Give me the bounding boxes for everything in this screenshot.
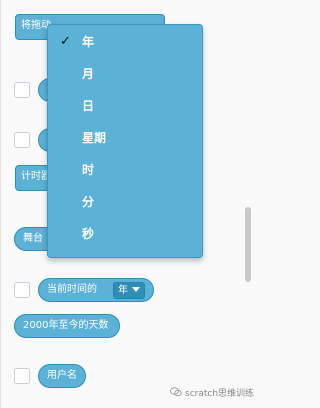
palette-scrollbar[interactable] [245, 207, 251, 282]
time-unit-menu: ✓ 年 月 日 星期 时 分 秒 [47, 24, 203, 258]
menu-item-label: 时 [82, 163, 95, 177]
username-checkbox[interactable] [14, 368, 30, 384]
time-unit-value: 年 [118, 285, 128, 296]
checkbox-row-1[interactable] [14, 82, 30, 98]
check-icon: ✓ [60, 34, 71, 49]
time-unit-dropdown[interactable]: 年 [113, 282, 145, 299]
checkbox-row-2[interactable] [14, 132, 30, 148]
menu-item-label: 日 [82, 99, 95, 113]
menu-item-minute[interactable]: 分 [48, 186, 202, 218]
blocks-palette: 将拖动 计时器 舞台 当前时间的 年 2000年至今的天数 用户名 ✓ 年 月 … [0, 0, 271, 408]
menu-item-month[interactable]: 月 [48, 58, 202, 90]
username-reporter[interactable]: 用户名 [38, 364, 86, 388]
menu-item-label: 月 [82, 67, 95, 81]
menu-item-label: 年 [82, 35, 95, 49]
current-time-reporter[interactable]: 当前时间的 年 [38, 278, 154, 302]
days-since-2000-reporter[interactable]: 2000年至今的天数 [14, 314, 120, 338]
palette-divider [0, 0, 1, 408]
menu-item-day[interactable]: 日 [48, 90, 202, 122]
menu-item-hour[interactable]: 时 [48, 154, 202, 186]
chevron-down-icon [132, 287, 140, 292]
menu-item-second[interactable]: 秒 [48, 218, 202, 250]
block-notch [31, 39, 44, 40]
wechat-icon [170, 387, 182, 397]
username-label: 用户名 [47, 370, 77, 381]
current-time-checkbox[interactable] [14, 282, 30, 298]
watermark-text: scratch思维训练 [185, 389, 255, 399]
menu-item-weekday[interactable]: 星期 [48, 122, 202, 154]
menu-item-label: 分 [82, 195, 95, 209]
menu-item-year[interactable]: ✓ 年 [48, 26, 202, 58]
menu-item-label: 星期 [82, 131, 107, 145]
days-since-2000-label: 2000年至今的天数 [23, 320, 109, 331]
stage-label: 舞台 [23, 233, 43, 244]
watermark: scratch思维训练 [170, 387, 254, 401]
current-time-label: 当前时间的 [47, 284, 97, 295]
menu-item-label: 秒 [82, 227, 95, 241]
